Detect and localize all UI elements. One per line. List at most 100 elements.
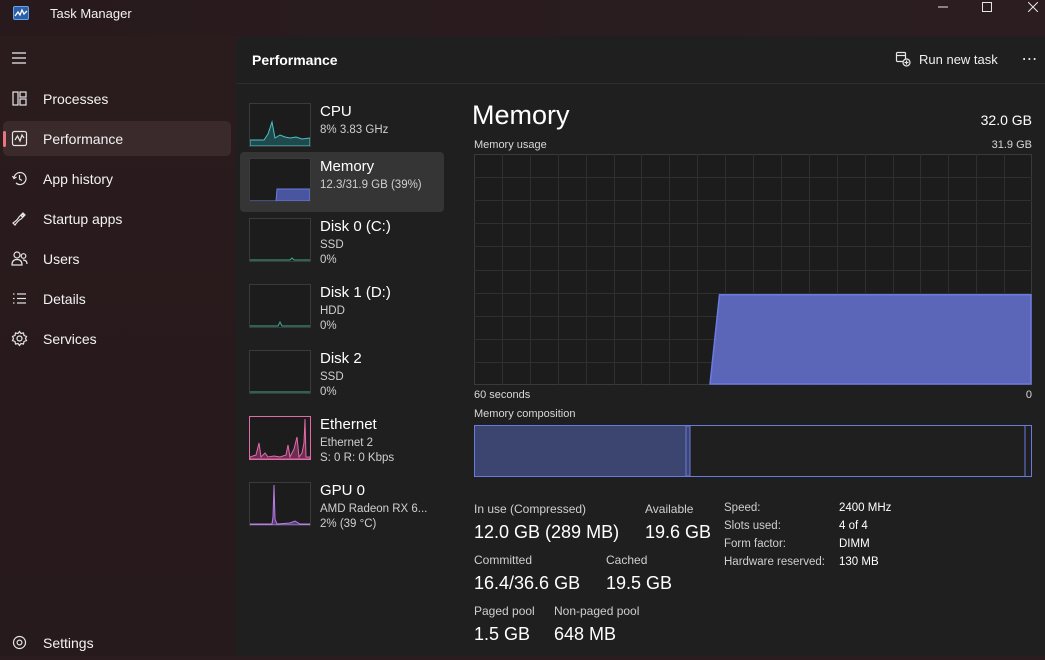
committed-label: Committed [474, 553, 533, 567]
memory-total: 32.0 GB [980, 112, 1032, 128]
device-detail: 8% 3.83 GHz [320, 124, 389, 136]
form-factor-value: DIMM [839, 538, 870, 550]
device-type: HDD [320, 305, 345, 317]
window-title: Task Manager [50, 6, 132, 21]
users-icon [11, 250, 28, 267]
composition-in-use [475, 426, 686, 476]
cached-label: Cached [606, 553, 648, 567]
device-item-memory[interactable]: Memory 12.3/31.9 GB (39%) [240, 152, 444, 212]
cpu-thumbnail-graph [249, 103, 311, 147]
nav-label: App history [43, 171, 114, 187]
run-new-task-button[interactable]: Run new task [892, 48, 1002, 72]
device-name: Disk 0 (C:) [320, 218, 391, 235]
nav-item-app-history[interactable]: App history [3, 161, 231, 196]
graph-time-end: 0 [1025, 389, 1032, 401]
device-usage: 2% (39 °C) [320, 518, 377, 530]
device-item-disk-2[interactable]: Disk 2 SSD 0% [240, 344, 444, 404]
nav-label: Services [43, 331, 97, 347]
nav-label: Details [43, 291, 86, 307]
hardware-reserved-value: 130 MB [839, 556, 879, 568]
slots-used-value: 4 of 4 [839, 520, 868, 532]
close-button[interactable] [1010, 0, 1045, 14]
history-icon [11, 170, 28, 187]
cached-value: 19.5 GB [606, 573, 673, 593]
gpu-thumbnail-graph [249, 482, 311, 526]
nav-item-processes[interactable]: Processes [3, 81, 231, 116]
device-item-cpu[interactable]: CPU 8% 3.83 GHz [240, 97, 444, 157]
non-paged-pool-label: Non-paged pool [554, 604, 640, 618]
services-icon [11, 330, 28, 347]
details-icon [11, 290, 28, 307]
non-paged-pool-value: 648 MB [554, 624, 617, 644]
performance-panel: Performance Run new task ⋯ CPU 8% 3.83 G… [236, 36, 1045, 656]
task-manager-icon [13, 6, 29, 25]
disk-1-thumbnail-graph [249, 284, 311, 328]
device-name: Memory [320, 158, 375, 175]
device-type: SSD [320, 239, 344, 251]
nav-item-startup-apps[interactable]: Startup apps [3, 201, 231, 236]
memory-usage-graph [474, 154, 1032, 385]
device-name: Disk 1 (D:) [320, 284, 391, 301]
active-indicator [3, 131, 6, 147]
device-model: AMD Radeon RX 6... [320, 503, 428, 515]
more-options-button[interactable]: ⋯ [1018, 49, 1042, 71]
header-divider [236, 83, 1045, 84]
paged-pool-label: Paged pool [474, 604, 535, 618]
device-usage: 0% [320, 386, 337, 398]
disk-2-thumbnail-graph [249, 350, 311, 394]
title-bar: Task Manager [0, 0, 1045, 36]
ethernet-thumbnail-graph [249, 416, 311, 460]
processes-icon [11, 90, 28, 107]
in-use-value: 12.0 GB (289 MB) [474, 522, 620, 542]
minimize-button[interactable] [920, 0, 966, 14]
form-factor-label: Form factor: [724, 538, 786, 550]
device-adapter: Ethernet 2 [320, 437, 374, 449]
memory-thumbnail-graph [249, 158, 311, 202]
paged-pool-value: 1.5 GB [474, 624, 531, 644]
composition-modified [685, 425, 691, 477]
available-value: 19.6 GB [645, 522, 712, 542]
hardware-reserved-label: Hardware reserved: [724, 556, 825, 568]
memory-title: Memory [472, 100, 570, 130]
in-use-label: In use (Compressed) [474, 502, 587, 516]
nav-item-services[interactable]: Services [3, 321, 231, 356]
page-title: Performance [252, 52, 338, 68]
device-name: Disk 2 [320, 350, 362, 367]
graph-time-span: 60 seconds [474, 389, 531, 401]
run-new-task-label: Run new task [919, 52, 998, 67]
nav-item-settings[interactable]: Settings [3, 625, 231, 660]
device-item-gpu-0[interactable]: GPU 0 AMD Radeon RX 6... 2% (39 °C) [240, 476, 444, 536]
speed-value: 2400 MHz [839, 502, 892, 514]
device-usage: 0% [320, 254, 337, 266]
device-type: SSD [320, 371, 344, 383]
device-name: Ethernet [320, 416, 377, 433]
nav-label: Performance [43, 131, 124, 147]
device-item-ethernet[interactable]: Ethernet Ethernet 2 S: 0 R: 0 Kbps [240, 410, 444, 470]
nav-label: Startup apps [43, 211, 123, 227]
nav-label: Processes [43, 91, 109, 107]
nav-item-performance[interactable]: Performance [3, 121, 231, 156]
nav-label: Users [43, 251, 80, 267]
run-task-icon [895, 51, 911, 72]
gear-icon [11, 634, 28, 651]
memory-usage-label: Memory usage [474, 139, 547, 151]
hamburger-menu-button[interactable] [9, 48, 29, 68]
device-detail: 12.3/31.9 GB (39%) [320, 179, 422, 191]
memory-usage-area [709, 293, 1032, 385]
device-item-disk-0[interactable]: Disk 0 (C:) SSD 0% [240, 212, 444, 272]
memory-usage-max: 31.9 GB [991, 139, 1032, 151]
memory-composition-label: Memory composition [474, 408, 576, 420]
device-item-disk-1[interactable]: Disk 1 (D:) HDD 0% [240, 278, 444, 338]
startup-icon [11, 210, 28, 227]
committed-value: 16.4/36.6 GB [474, 573, 581, 593]
nav-label: Settings [43, 635, 94, 651]
sidebar-nav: Processes Performance App history Startu… [0, 36, 236, 656]
nav-item-users[interactable]: Users [3, 241, 231, 276]
performance-icon [11, 130, 28, 147]
speed-label: Speed: [724, 502, 761, 514]
device-name: GPU 0 [320, 482, 366, 499]
available-label: Available [645, 502, 694, 516]
maximize-button[interactable] [964, 0, 1010, 14]
nav-item-details[interactable]: Details [3, 281, 231, 316]
device-throughput: S: 0 R: 0 Kbps [320, 452, 395, 464]
